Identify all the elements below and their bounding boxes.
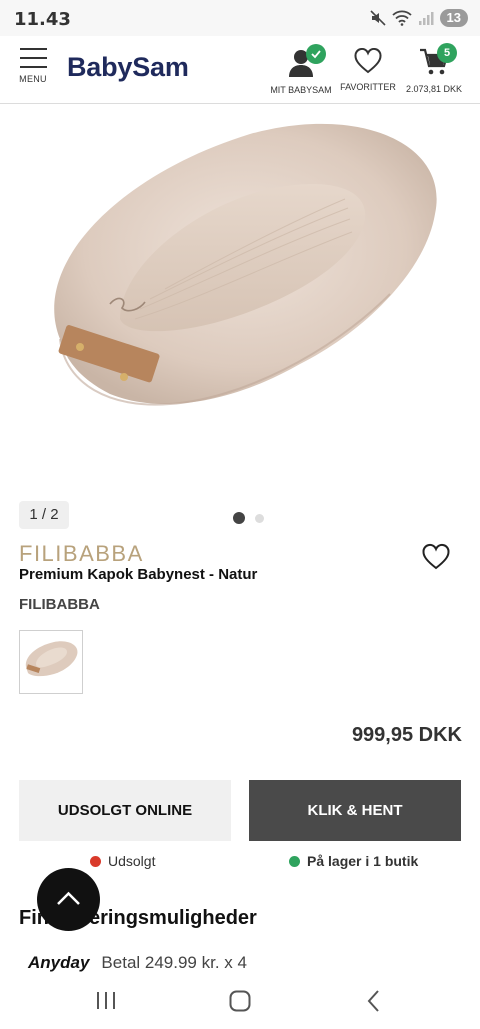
product-thumbnail[interactable]: [19, 630, 83, 694]
store-stock-text: På lager i 1 butik: [307, 853, 419, 869]
online-stock-status: Udsolgt: [90, 853, 155, 869]
product-price: 999,95 DKK: [351, 724, 462, 746]
scroll-to-top-button[interactable]: [37, 868, 100, 931]
home-icon[interactable]: [228, 989, 252, 1013]
signal-icon: [418, 12, 434, 25]
financing-text: Betal 249.99 kr. x 4: [101, 953, 247, 972]
babynest-image: [54, 123, 437, 406]
favorites-button[interactable]: FAVORITTER: [340, 42, 396, 92]
gallery-dots[interactable]: [233, 512, 264, 524]
click-and-collect-button[interactable]: KLIK & HENT: [249, 780, 461, 841]
site-header: MENU BabySam MIT BABYSAM FAVORITTER 5 2.…: [0, 36, 480, 104]
menu-icon: [16, 48, 50, 68]
back-icon[interactable]: [364, 989, 384, 1013]
heart-icon: [422, 543, 450, 570]
product-title: Premium Kapok Babynest - Natur: [19, 566, 258, 583]
cart-button[interactable]: 5 2.073,81 DKK: [402, 42, 466, 94]
brand-logo[interactable]: FILIBABBA: [19, 541, 144, 567]
logged-in-badge: [306, 44, 326, 64]
system-nav-bar: [0, 973, 480, 1029]
status-icons: 13: [369, 9, 468, 27]
heart-icon: [354, 47, 382, 74]
financing-option[interactable]: Anyday Betal 249.99 kr. x 4: [28, 953, 247, 973]
gallery-counter: 1 / 2: [19, 501, 69, 529]
cart-total: 2.073,81 DKK: [405, 84, 463, 94]
account-label: MIT BABYSAM: [270, 85, 332, 95]
battery-indicator: 13: [439, 9, 468, 27]
status-time: 11.43: [14, 9, 71, 30]
add-to-favorites-button[interactable]: [421, 543, 451, 571]
store-stock-status[interactable]: På lager i 1 butik: [289, 853, 418, 869]
site-logo[interactable]: BabySam: [67, 52, 189, 83]
menu-label: MENU: [19, 74, 47, 84]
check-icon: [311, 50, 321, 59]
favorites-label: FAVORITTER: [340, 82, 396, 92]
status-dot-green: [289, 855, 300, 867]
gallery-dot[interactable]: [255, 513, 264, 523]
gallery-dot-active[interactable]: [233, 512, 245, 524]
anyday-logo: Anyday: [28, 953, 90, 972]
status-bar: 11.43 13: [0, 0, 480, 36]
product-image[interactable]: [0, 104, 480, 494]
chevron-up-icon: [57, 891, 80, 905]
soldout-online-button[interactable]: UDSOLGT ONLINE: [19, 780, 231, 841]
online-stock-text: Udsolgt: [108, 853, 156, 869]
mute-icon: [369, 10, 386, 26]
product-brand[interactable]: FILIBABBA: [19, 596, 100, 613]
menu-button[interactable]: MENU: [16, 48, 50, 84]
babynest-thumbnail: [25, 641, 78, 677]
cart-count-badge: 5: [437, 43, 457, 63]
recent-apps-icon[interactable]: [94, 991, 118, 1011]
account-button[interactable]: MIT BABYSAM: [268, 42, 334, 95]
status-dot-red: [90, 855, 101, 867]
wifi-icon: [391, 10, 412, 26]
